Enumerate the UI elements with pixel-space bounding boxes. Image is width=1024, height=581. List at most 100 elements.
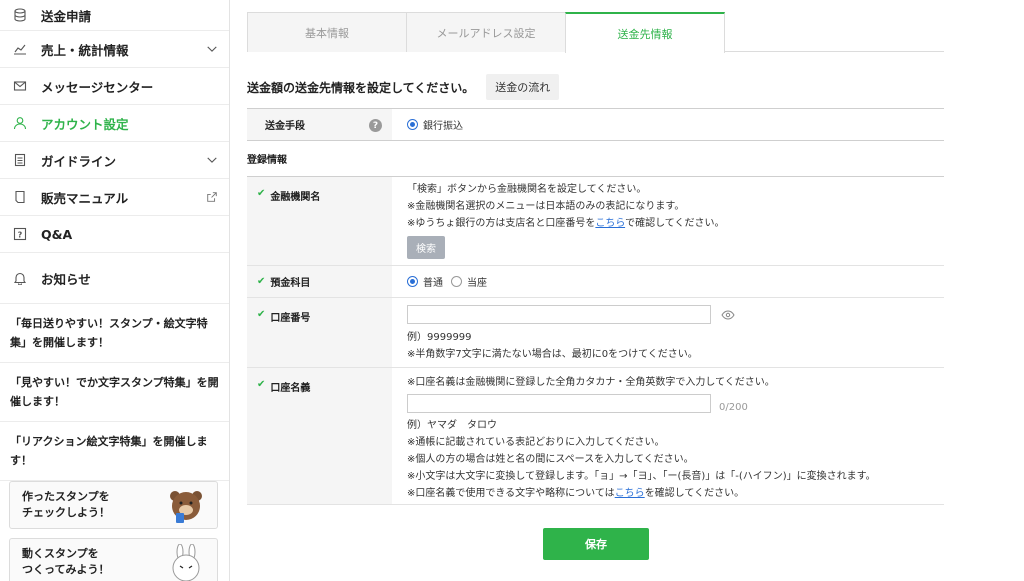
bank-note: ※金融機関名選択のメニューは日本語のみの表記になります。 [407, 201, 685, 212]
account-name-input[interactable] [407, 394, 711, 413]
account-name-example: 例）ヤマダ タロウ [407, 420, 497, 431]
sidebar-item-label: お知らせ [41, 271, 91, 287]
account-name-note: ※小文字は大文字に変換して登録します。「ョ」→「ヨ」、「ー(長音)」は「-(ハイ… [407, 471, 876, 482]
account-number-label: ✔ 口座番号 [247, 298, 392, 367]
sidebar-item-manual[interactable]: 販売マニュアル [0, 179, 229, 216]
form-row-account-name: ✔ 口座名義 ※口座名義は金融機関に登録した全角カタカナ・全角英数字で入力してく… [247, 368, 944, 505]
sidebar-item-label: 送金申請 [41, 8, 92, 24]
document-icon [12, 152, 28, 168]
form-row-bank: ✔ 金融機関名 「検索」ボタンから金融機関名を設定してください。 ※金融機関名選… [247, 177, 944, 266]
remittance-flow-button[interactable]: 送金の流れ [486, 74, 560, 100]
page-icon [12, 189, 28, 205]
char-counter: 0/200 [719, 402, 748, 413]
radio-savings[interactable]: 普通 [407, 274, 443, 289]
field-label: 送金手段 [265, 121, 305, 132]
account-number-input[interactable] [407, 305, 711, 324]
sidebar-item-label: アカウント設定 [41, 116, 129, 132]
check-icon: ✔ [257, 188, 266, 199]
news-item[interactable]: 「毎日送りやすい！スタンプ・絵文字特集」を開催します！ [0, 304, 229, 363]
radio-label: 普通 [423, 278, 443, 289]
bear-character-icon [170, 491, 202, 523]
allowed-chars-link[interactable]: こちら [615, 488, 645, 499]
account-number-note: ※半角数字7文字に満たない場合は、最初に0をつけてください。 [407, 349, 698, 360]
eye-icon[interactable] [721, 309, 735, 320]
section-title: 登録情報 [247, 141, 944, 177]
radio-unselected-icon [451, 276, 462, 287]
sidebar: 送金申請 売上・統計情報 メッセージセンター アカウント設定 ガイドライン 販売… [0, 0, 230, 581]
mail-icon [12, 78, 28, 94]
bank-yucho-note: ※ゆうちょ銀行の方は支店名と口座番号をこちらで確認してください。 [407, 215, 929, 232]
main-content: 基本情報 メールアドレス設定 送金先情報 送金額の送金先情報を設定してください。… [230, 0, 1024, 581]
account-name-intro: ※口座名義は金融機関に登録した全角カタカナ・全角英数字で入力してください。 [407, 377, 775, 388]
promo-line: つくってみよう！ [22, 563, 110, 576]
promo-line: チェックしよう！ [22, 506, 110, 519]
sidebar-item-messages[interactable]: メッセージセンター [0, 68, 229, 105]
field-label: 金融機関名 [270, 192, 321, 203]
person-icon [12, 115, 28, 131]
save-button[interactable]: 保存 [543, 528, 649, 560]
sidebar-item-sales[interactable]: 売上・統計情報 [0, 31, 229, 68]
account-name-label: ✔ 口座名義 [247, 368, 392, 504]
sidebar-item-guidelines[interactable]: ガイドライン [0, 142, 229, 179]
sidebar-item-notice[interactable]: お知らせ [0, 253, 229, 304]
tab-remittance-info[interactable]: 送金先情報 [565, 12, 725, 53]
page-heading: 送金額の送金先情報を設定してください。 送金の流れ [247, 74, 560, 100]
news-item[interactable]: 「リアクション絵文字特集」を開催します！ [0, 422, 229, 481]
note-text: を確認してください。 [644, 488, 745, 499]
chevron-down-icon[interactable] [205, 42, 219, 56]
chart-icon [12, 41, 28, 57]
form-row-account-type: ✔ 預金科目 普通 当座 [247, 266, 944, 298]
help-icon[interactable]: ? [369, 119, 382, 132]
sidebar-item-label: メッセージセンター [41, 79, 154, 95]
account-name-note: ※個人の方の場合は姓と名の間にスペースを入力してください。 [407, 454, 694, 465]
sidebar-item-label: 販売マニュアル [41, 190, 129, 206]
sidebar-item-remittance[interactable]: 送金申請 [0, 0, 229, 31]
form-row-method: 送金手段 ? 銀行振込 [247, 108, 944, 141]
rabbit-character-icon [172, 544, 200, 581]
check-icon: ✔ [257, 379, 266, 390]
bank-instruction: 「検索」ボタンから金融機関名を設定してください。 [407, 184, 647, 195]
radio-selected-icon [407, 276, 418, 287]
sidebar-item-label: 売上・統計情報 [41, 42, 129, 58]
remittance-form: 送金手段 ? 銀行振込 登録情報 ✔ 金融機関名 「検索」ボタンから金融機関名を… [247, 108, 944, 505]
note-text: ※口座名義で使用できる文字や略称については [407, 488, 615, 499]
tab-basic-info[interactable]: 基本情報 [247, 12, 407, 52]
note-text: で確認してください。 [625, 218, 725, 229]
radio-bank-transfer[interactable]: 銀行振込 [407, 117, 463, 132]
bank-label: ✔ 金融機関名 [247, 177, 392, 265]
account-type-label: ✔ 預金科目 [247, 266, 392, 297]
form-row-account-number: ✔ 口座番号 例）9999999 ※半角数字7文字に満たない場合は、最初に0をつ… [247, 298, 944, 368]
tab-bar: 基本情報 メールアドレス設定 送金先情報 [247, 12, 944, 53]
promo-animated-stickers[interactable]: 動くスタンプを つくってみよう！ [9, 538, 218, 581]
promo-check-stickers[interactable]: 作ったスタンプを チェックしよう！ [9, 481, 218, 529]
check-icon: ✔ [257, 309, 266, 320]
note-text: ※ゆうちょ銀行の方は支店名と口座番号を [407, 218, 596, 229]
svg-text:?: ? [18, 231, 23, 240]
yucho-link[interactable]: こちら [595, 218, 625, 229]
promo-line: 作ったスタンプを [22, 490, 110, 503]
sidebar-item-label: Q&A [41, 226, 73, 242]
bell-icon [12, 270, 28, 286]
external-link-icon[interactable] [205, 190, 219, 204]
bank-search-button[interactable]: 検索 [407, 236, 445, 259]
account-number-example: 例）9999999 [407, 332, 472, 343]
tab-email-settings[interactable]: メールアドレス設定 [406, 12, 566, 52]
database-icon [12, 7, 28, 23]
method-label: 送金手段 ? [247, 109, 392, 140]
news-item[interactable]: 「見やすい！でか文字スタンプ特集」を開催します！ [0, 363, 229, 422]
field-label: 預金科目 [270, 278, 311, 289]
question-icon: ? [12, 226, 28, 242]
sidebar-item-account[interactable]: アカウント設定 [0, 105, 229, 142]
radio-label: 当座 [467, 278, 487, 289]
radio-selected-icon [407, 119, 418, 130]
promo-line: 動くスタンプを [22, 547, 99, 560]
radio-checking[interactable]: 当座 [451, 274, 487, 289]
chevron-down-icon[interactable] [205, 153, 219, 167]
radio-label: 銀行振込 [423, 121, 463, 132]
account-name-note: ※口座名義で使用できる文字や略称についてはこちらを確認してください。 [407, 485, 929, 502]
account-name-note: ※通帳に記載されている表記どおりに入力してください。 [407, 437, 665, 448]
check-icon: ✔ [257, 276, 266, 287]
page-title: 送金額の送金先情報を設定してください。 [247, 80, 475, 95]
sidebar-item-qa[interactable]: ? Q&A [0, 216, 229, 253]
field-label: 口座番号 [270, 313, 311, 324]
